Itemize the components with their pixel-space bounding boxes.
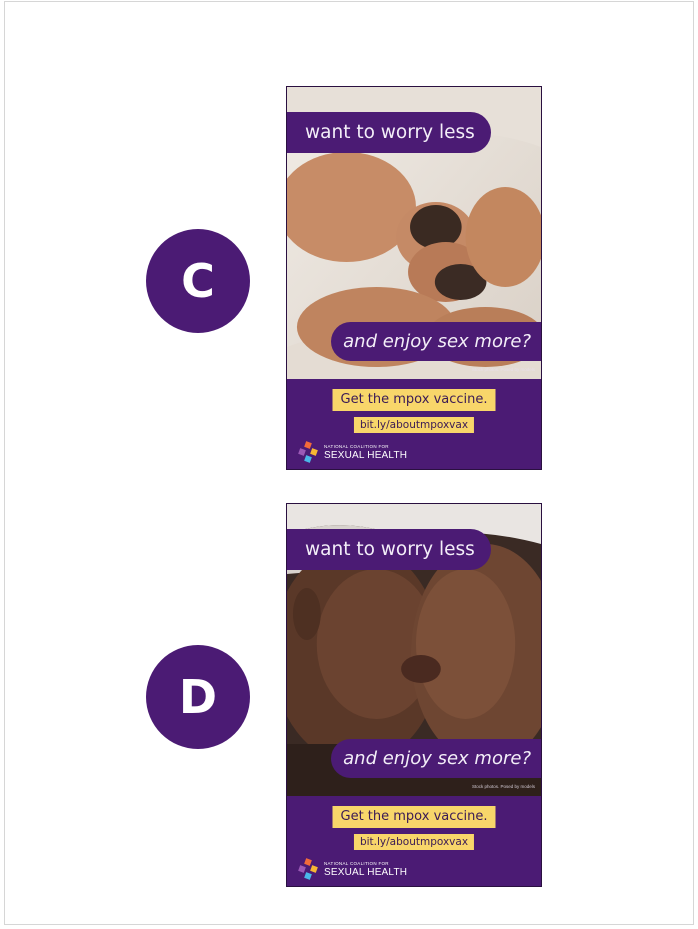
ad-c: want to worry less and enjoy sex more? S…	[286, 86, 542, 470]
ad-c-org-logo: NATIONAL COALITION FOR SEXUAL HEALTH	[297, 441, 407, 463]
ad-c-subline: and enjoy sex more?	[331, 322, 541, 361]
ad-d-org-logo: NATIONAL COALITION FOR SEXUAL HEALTH	[297, 858, 407, 880]
ad-d-headline: want to worry less	[287, 529, 491, 570]
ncsh-logo-icon	[298, 858, 318, 880]
ad-d: want to worry less and enjoy sex more? S…	[286, 503, 542, 887]
option-d-label: D	[146, 645, 250, 749]
ad-c-photo-credit: Stock photos. Posed by models	[471, 367, 535, 372]
ad-d-photo-credit: Stock photos. Posed by models	[471, 784, 535, 789]
ad-c-bottom-panel: Get the mpox vaccine. bit.ly/aboutmpoxva…	[287, 379, 541, 469]
ad-d-cta: Get the mpox vaccine.	[332, 806, 496, 828]
option-c-label: C	[146, 229, 250, 333]
ad-c-headline: want to worry less	[287, 112, 491, 153]
ad-d-org-big: SEXUAL HEALTH	[324, 866, 408, 878]
ad-d-bottom-panel: Get the mpox vaccine. bit.ly/aboutmpoxva…	[287, 796, 541, 886]
ncsh-logo-icon	[298, 441, 318, 463]
ad-c-link[interactable]: bit.ly/aboutmpoxvax	[353, 417, 475, 433]
ad-c-org-big: SEXUAL HEALTH	[324, 449, 408, 461]
ad-d-subline: and enjoy sex more?	[331, 739, 541, 778]
ad-d-link[interactable]: bit.ly/aboutmpoxvax	[353, 834, 475, 850]
ad-c-cta: Get the mpox vaccine.	[332, 389, 496, 411]
